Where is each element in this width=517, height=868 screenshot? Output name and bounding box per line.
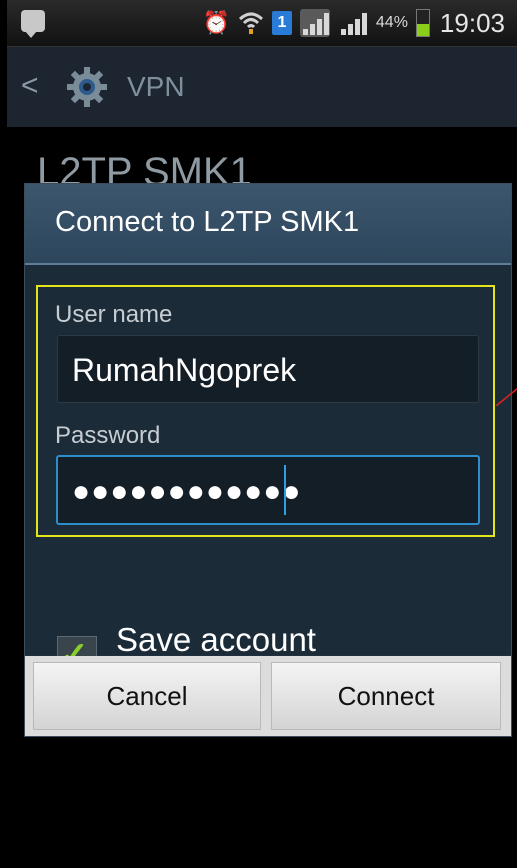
username-field[interactable]: RumahNgoprek: [57, 335, 479, 403]
connect-button[interactable]: Connect: [271, 662, 501, 730]
dialog-button-bar: Cancel Connect: [25, 656, 511, 736]
battery-percent: 44%: [375, 14, 408, 31]
back-chevron-icon[interactable]: <: [21, 69, 39, 103]
action-bar-title: VPN: [127, 71, 185, 102]
text-caret: [284, 465, 286, 515]
dialog-header: Connect to L2TP SMK1: [25, 184, 511, 265]
username-value: RumahNgoprek: [72, 352, 297, 388]
password-mask: ●●●●●●●●●●●●: [72, 475, 302, 508]
sim-icon: 1: [271, 11, 292, 35]
connect-dialog: Connect to L2TP SMK1 User name RumahNgop…: [24, 183, 512, 737]
bbm-icon: [21, 10, 45, 38]
wifi-icon: [238, 12, 263, 34]
status-clock: 19:03: [439, 7, 505, 38]
gear-icon[interactable]: [65, 65, 109, 109]
dialog-title: Connect to L2TP SMK1: [55, 206, 360, 238]
username-label: User name: [55, 301, 173, 328]
annotation-line: [496, 388, 517, 406]
action-bar: < VPN: [7, 47, 517, 127]
signal-icon: [299, 9, 330, 37]
password-label: Password: [55, 422, 161, 449]
alarm-icon: ⏰: [202, 10, 230, 35]
cancel-button[interactable]: Cancel: [33, 662, 261, 730]
password-field[interactable]: ●●●●●●●●●●●●: [56, 455, 480, 525]
battery-icon: [415, 9, 430, 37]
signal-icon: [338, 9, 368, 37]
dialog-body: User name RumahNgoprek Password ●●●●●●●●…: [25, 265, 511, 701]
status-bar: ⏰ 1 44% 19:03: [7, 0, 517, 47]
